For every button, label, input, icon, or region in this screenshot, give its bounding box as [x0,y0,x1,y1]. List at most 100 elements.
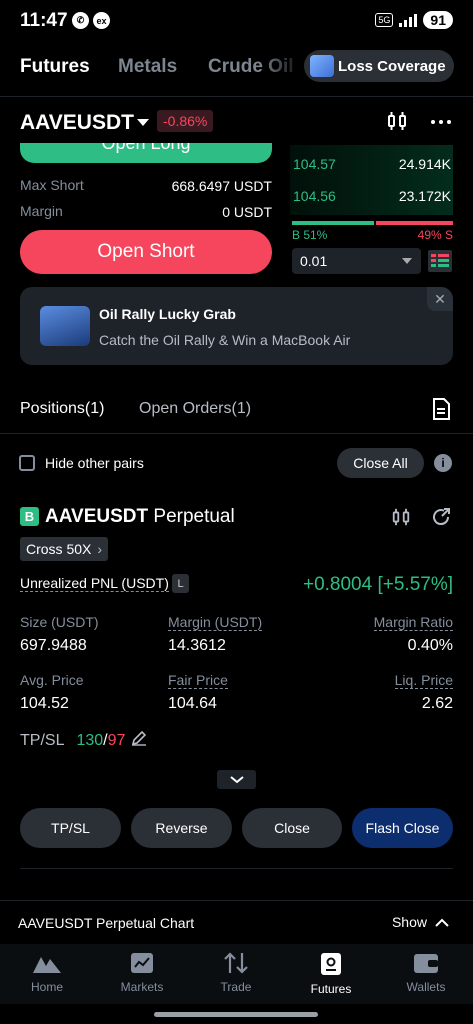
margin-value: 0 USDT [222,204,272,220]
battery-icon: 91 [423,11,453,29]
tp-value: 130 [76,731,104,749]
tab-open-orders[interactable]: Open Orders(1) [139,400,251,418]
nav-home[interactable]: Home [7,952,87,994]
price-precision-select[interactable]: 0.01 [292,248,421,274]
open-long-label: Open Long [101,143,191,153]
unrealized-pnl-label[interactable]: Unrealized PNL (USDT) [20,575,169,592]
open-short-button[interactable]: Open Short [20,230,272,274]
edit-icon[interactable] [131,730,147,751]
sell-ratio-fill [376,221,453,225]
tpsl-row: TP/SL 130/97 [20,730,147,751]
positions-tabs: Positions(1) Open Orders(1) [0,392,473,428]
pair-header: AAVEUSDT -0.86% [0,98,473,148]
pair-selector[interactable]: AAVEUSDT [20,111,134,135]
divider [20,868,453,869]
status-bar: 11:47 ✆ ex 5G 91 [0,0,473,44]
nav-wallets[interactable]: Wallets [386,952,466,994]
buy-ratio-label: B 51% [292,228,328,242]
share-icon[interactable] [431,507,451,527]
margin-usdt-label[interactable]: Margin (USDT) [168,614,263,631]
open-long-button[interactable]: Open Long [20,143,272,163]
ratio-labels: B 51% 49% S [292,228,453,242]
avg-price-value: 104.52 [20,695,69,712]
wallet-icon [414,954,438,973]
close-all-button[interactable]: Close All [337,448,424,478]
signal-icon [399,13,418,27]
tpsl-button[interactable]: TP/SL [20,808,121,848]
home-indicator [154,1012,318,1017]
notification-icons: ✆ ex [72,12,110,29]
nav-home-label: Home [30,980,63,994]
margin-mode-badge[interactable]: Cross 50X › [20,537,109,561]
tab-futures[interactable]: Futures [20,56,90,78]
network-badge: 5G [375,13,394,27]
collapse-details-button[interactable] [217,770,256,789]
banner-subtitle: Catch the Oil Rally & Win a MacBook Air [99,332,351,348]
trade-icon [224,952,248,974]
exchange-app-icon: ex [93,12,110,29]
bid-price: 104.56 [293,188,336,204]
status-time: 11:47 [20,10,68,31]
max-short-label: Max Short [20,177,84,193]
bid-price: 104.57 [293,156,336,172]
long-badge: L [172,574,189,593]
tpsl-label: TP/SL [20,731,65,749]
order-history-icon[interactable] [431,398,451,420]
precision-value: 0.01 [300,253,328,269]
unrealized-pnl-value: +0.8004 [+5.57%] [302,574,453,595]
candlestick-chart-icon[interactable] [386,110,408,132]
chart-toggle-bar[interactable]: AAVEUSDT Perpetual Chart Show [0,900,473,944]
bid-quantity: 23.172K [398,188,451,204]
liq-price-label[interactable]: Liq. Price [394,672,453,689]
promo-banner[interactable]: Oil Rally Lucky Grab Catch the Oil Rally… [20,287,453,365]
avg-price-label: Avg. Price [20,672,84,688]
loss-coverage-icon [310,55,334,77]
chart-title: AAVEUSDT Perpetual Chart [18,915,195,931]
markets-icon [131,953,153,973]
oil-rally-icon [40,306,90,346]
bottom-nav: Home Markets Trade Futures Wallets [0,944,473,1004]
candlestick-chart-icon[interactable] [391,507,411,527]
tab-positions[interactable]: Positions(1) [20,400,104,418]
sl-value: 97 [107,731,126,749]
flash-close-button[interactable]: Flash Close [352,808,453,848]
nav-wallets-label: Wallets [406,980,446,994]
buy-ratio-fill [292,221,375,225]
bid-quantity: 24.914K [398,156,451,172]
liq-price-value: 2.62 [421,695,453,712]
chart-show-toggle[interactable]: Show [392,914,449,930]
more-menu-icon[interactable] [430,111,452,133]
info-icon[interactable]: i [434,454,452,472]
loss-coverage-button[interactable]: Loss Coverage [304,50,454,82]
margin-ratio-label[interactable]: Margin Ratio [373,614,453,631]
nav-futures[interactable]: Futures [291,952,371,996]
close-icon[interactable]: ✕ [427,287,453,311]
margin-label: Margin [20,203,63,219]
close-position-button[interactable]: Close [242,808,342,848]
chart-show-label: Show [391,914,427,930]
fair-price-label[interactable]: Fair Price [168,672,228,689]
chevron-right-icon: › [97,541,103,557]
fair-price-value: 104.64 [168,695,217,712]
home-icon [33,957,61,973]
order-book-layout-icon[interactable] [428,250,452,272]
margin-mode-label: Cross 50X [26,541,92,557]
hide-other-pairs-label[interactable]: Hide other pairs [45,455,144,471]
status-right: 5G 91 [375,11,453,29]
banner-title: Oil Rally Lucky Grab [99,306,236,322]
chevron-down-icon [229,775,244,783]
size-value: 697.9488 [20,637,87,654]
nav-markets[interactable]: Markets [102,952,182,994]
position-symbol: AAVEUSDT [45,506,149,527]
positions-filter: Hide other pairs Close All i [0,448,473,478]
divider [0,433,473,434]
reverse-button[interactable]: Reverse [131,808,232,848]
hide-other-pairs-checkbox[interactable] [19,455,35,471]
tab-metals[interactable]: Metals [118,56,177,78]
loss-coverage-label: Loss Coverage [338,57,446,75]
margin-ratio-value: 0.40% [407,637,453,654]
market-tabs: Futures Metals Crude Oil Loss Coverage [0,46,473,90]
chevron-down-icon [402,258,412,264]
nav-trade[interactable]: Trade [196,952,276,994]
chevron-down-icon[interactable] [137,119,149,126]
